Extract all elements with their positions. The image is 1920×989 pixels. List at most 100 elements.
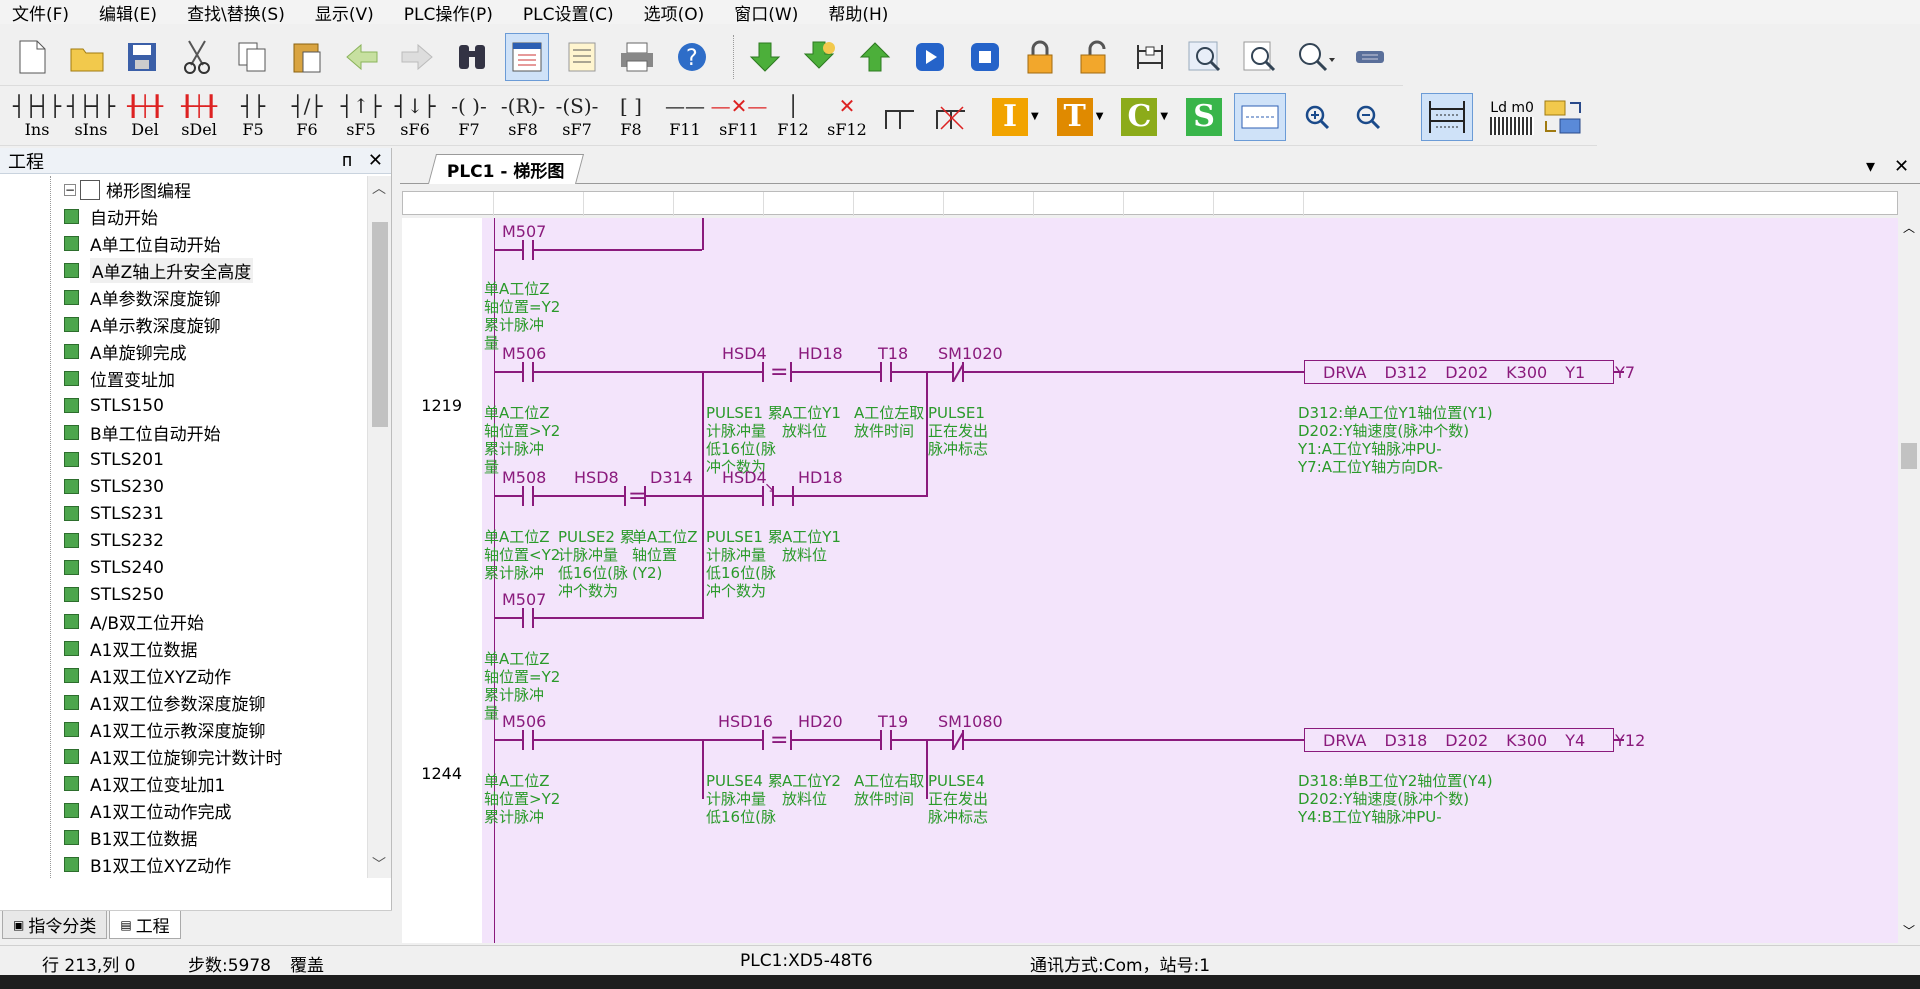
scroll-down-icon[interactable]: ﹀ (1903, 922, 1915, 939)
delete-vline-button[interactable]: ✕ sF12 (820, 90, 874, 144)
tree-item[interactable]: STLS250 (0, 581, 164, 608)
monitor-icon[interactable] (1128, 33, 1172, 81)
chevron-down-icon[interactable]: ▼ (1031, 111, 1039, 122)
help-icon[interactable]: ? (670, 33, 714, 81)
delete-button[interactable]: ╂┼╂ Del (118, 90, 172, 144)
vline-button[interactable]: │ F12 (766, 90, 820, 144)
cut-icon[interactable] (175, 33, 219, 81)
tree-item[interactable]: A单Z轴上升安全高度 (0, 257, 254, 284)
chevron-down-icon[interactable]: ▼ (1096, 111, 1104, 122)
tree-item[interactable]: A单参数深度旋铆 (0, 284, 221, 311)
insert-comment-icon[interactable] (1234, 92, 1287, 141)
pin-icon[interactable]: ᴨ (342, 150, 352, 171)
tree-item[interactable]: STLS232 (0, 527, 164, 554)
tree-root-ladder[interactable]: − 梯形图编程 (12, 176, 191, 203)
timer-instruction-button[interactable]: T (1056, 97, 1093, 136)
drva-instruction-box[interactable]: DRVA D312 D202 K300 Y1 Y7 (1304, 360, 1635, 384)
tree-item[interactable]: B单工位自动开始 (0, 419, 221, 446)
search-icon[interactable] (1238, 33, 1282, 81)
menu-window[interactable]: 窗口(W) (734, 0, 798, 25)
set-coil-button[interactable]: -(S)- sF7 (550, 90, 604, 144)
upload-icon[interactable] (798, 33, 842, 81)
shift-insert-button[interactable]: ┤├┤├ sIns (64, 90, 118, 144)
undo-icon[interactable] (340, 33, 384, 81)
rising-edge-button[interactable]: ┤↑├ sF5 (334, 90, 388, 144)
scroll-up-icon[interactable]: ︿ (1903, 219, 1915, 236)
menu-edit[interactable]: 编辑(E) (99, 0, 157, 25)
tab-instruction-category[interactable]: ▣ 指令分类 (2, 911, 108, 939)
paste-icon[interactable] (285, 33, 329, 81)
close-tab-icon[interactable]: ✕ (1894, 156, 1909, 177)
list-view-icon[interactable] (560, 33, 604, 81)
tree-item[interactable]: B1双工位XYZ动作 (0, 851, 231, 878)
ladder-canvas[interactable]: 1219 1244 M507 单A工位Z 轴位置=Y2 累计脉冲 量 M506 (402, 218, 1898, 943)
tree-item[interactable]: A单工位自动开始 (0, 230, 221, 257)
delete-hline-button[interactable]: —✕— sF11 (711, 90, 768, 144)
menu-file[interactable]: 文件(F) (12, 0, 69, 25)
save-icon[interactable] (120, 33, 164, 81)
tab-list-dropdown-icon[interactable]: ▾ (1866, 156, 1875, 177)
no-contact-button[interactable]: ┤├ F5 (226, 90, 280, 144)
delete-branch-icon[interactable] (931, 93, 971, 141)
scroll-thumb[interactable] (372, 222, 388, 427)
tab-project[interactable]: ▤ 工程 (109, 911, 181, 939)
reset-coil-button[interactable]: -(R)- sF8 (496, 90, 550, 144)
convert-icon[interactable] (1540, 93, 1586, 141)
menu-plc-operate[interactable]: PLC操作(P) (404, 0, 493, 25)
tree-item[interactable]: A单旋铆完成 (0, 338, 187, 365)
tree-item[interactable]: B1双工位数据 (0, 824, 197, 851)
tree-item[interactable]: STLS201 (0, 446, 164, 473)
tree-item[interactable]: 位置变址加 (0, 365, 175, 392)
lock-icon[interactable] (1018, 33, 1062, 81)
scroll-down-icon[interactable]: ﹀ (372, 854, 386, 874)
stop-icon[interactable] (963, 33, 1007, 81)
counter-instruction-button[interactable]: C (1121, 97, 1158, 136)
menu-plc-settings[interactable]: PLC设置(C) (523, 0, 614, 25)
falling-edge-button[interactable]: ┤↓├ sF6 (388, 90, 442, 144)
branch-icon[interactable] (880, 93, 920, 141)
ladder-comment-toggle-icon[interactable] (1421, 92, 1474, 141)
tree-item[interactable]: A1双工位参数深度旋铆 (0, 689, 265, 716)
new-file-icon[interactable] (10, 33, 54, 81)
zoom-in-icon[interactable] (1297, 93, 1337, 141)
zoom-icon[interactable] (1293, 33, 1337, 81)
coil-button[interactable]: -( )- F7 (442, 90, 496, 144)
close-icon[interactable]: ✕ (368, 150, 383, 171)
instruction-button[interactable]: [ ] F8 (604, 90, 658, 144)
tree-item[interactable]: A1双工位XYZ动作 (0, 662, 231, 689)
run-icon[interactable] (908, 33, 952, 81)
menu-find-replace[interactable]: 查找\替换(S) (187, 0, 285, 25)
shift-delete-button[interactable]: ╂┼╂ sDel (172, 90, 226, 144)
tab-plc1-ladder[interactable]: PLC1 - 梯形图 (427, 154, 584, 184)
ladder-area[interactable]: M507 单A工位Z 轴位置=Y2 累计脉冲 量 M506 HSD4 = HD1… (482, 218, 1898, 943)
find-icon[interactable] (450, 33, 494, 81)
tree-item[interactable]: A1双工位示教深度旋铆 (0, 716, 265, 743)
tree-item[interactable]: STLS240 (0, 554, 164, 581)
print-icon[interactable] (615, 33, 659, 81)
input-instruction-button[interactable]: I (992, 97, 1028, 136)
ladder-view-icon[interactable] (505, 32, 549, 81)
download-icon[interactable] (743, 33, 787, 81)
hline-button[interactable]: —— F11 (658, 90, 712, 144)
copy-icon[interactable] (230, 33, 274, 81)
zoom-out-icon[interactable] (1348, 93, 1388, 141)
collapse-icon[interactable]: − (64, 183, 76, 197)
ladder-scrollbar[interactable]: ︿ ﹀ (1898, 215, 1920, 943)
zoom-preview-icon[interactable] (1183, 33, 1227, 81)
scroll-thumb[interactable] (1901, 443, 1917, 469)
tree-item[interactable]: STLS231 (0, 500, 164, 527)
load-m0-button[interactable]: Ld m0 (1484, 90, 1540, 144)
menu-help[interactable]: 帮助(H) (828, 0, 888, 25)
scroll-up-icon[interactable]: ︿ (372, 178, 386, 198)
tree-item[interactable]: STLS150 (0, 392, 164, 419)
tree-item[interactable]: A1双工位旋铆完计数计时 (0, 743, 282, 770)
tree-item[interactable]: A1双工位动作完成 (0, 797, 231, 824)
project-tree-scrollbar[interactable]: ︿ ﹀ (367, 176, 391, 878)
menu-options[interactable]: 选项(O) (644, 0, 705, 25)
unlock-icon[interactable] (1073, 33, 1117, 81)
insert-row-button[interactable]: ┤├┤├ Ins (10, 90, 64, 144)
menu-view[interactable]: 显示(V) (315, 0, 374, 25)
open-folder-icon[interactable] (65, 33, 109, 81)
drva-instruction-box[interactable]: DRVA D318 D202 K300 Y4 Y12 (1304, 728, 1645, 752)
step-instruction-button[interactable]: S (1186, 97, 1223, 136)
